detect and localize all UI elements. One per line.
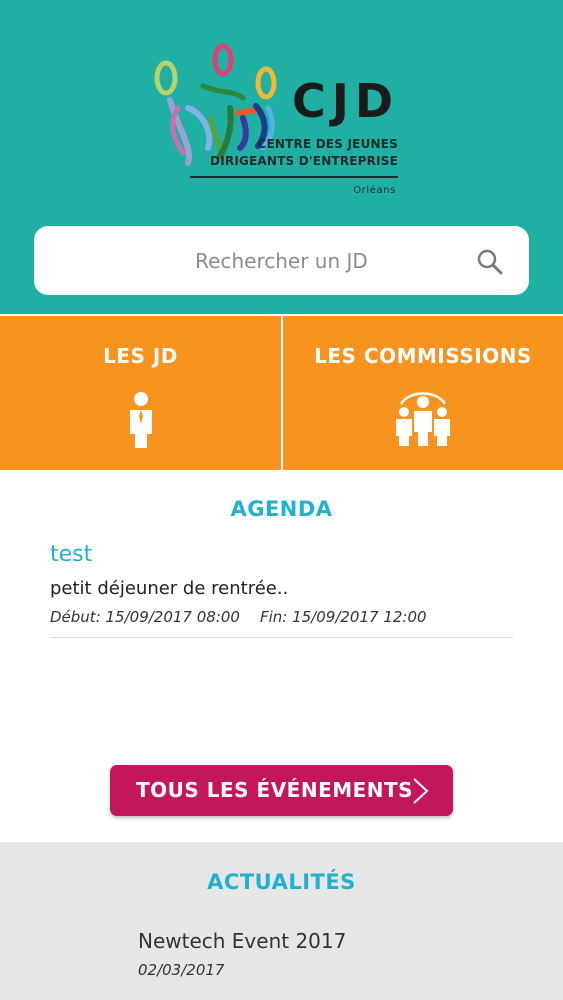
logo-subtitle: CENTRE DES JEUNES DIRIGEANTS D'ENTREPRIS… [210, 137, 398, 168]
event-dates: Début: 15/09/2017 08:00 Fin: 15/09/2017 1… [50, 608, 427, 626]
group-icon [396, 392, 450, 446]
news-section: ACTUALITÉS Newtech Event 2017 02/03/2017 [0, 842, 563, 1000]
event-title[interactable]: test [50, 542, 92, 567]
event-end: Fin: 15/09/2017 12:00 [259, 608, 427, 626]
search-icon[interactable] [474, 246, 506, 278]
chevron-right-icon [413, 778, 429, 804]
all-events-button[interactable]: TOUS LES ÉVÉNEMENTS [110, 765, 453, 816]
event-separator [50, 637, 513, 638]
tile-les-commissions[interactable]: LES COMMISSIONS [283, 316, 563, 470]
tile-les-jd[interactable]: LES JD [0, 316, 281, 470]
news-title: ACTUALITÉS [207, 870, 356, 894]
header: CJD CENTRE DES JEUNES DIRIGEANTS D'ENTRE… [0, 0, 563, 314]
agenda-title: AGENDA [230, 497, 333, 521]
search-bar[interactable] [34, 226, 529, 295]
tiles: LES JD LES COMMISSIONS [0, 314, 563, 470]
all-events-label: TOUS LES ÉVÉNEMENTS [136, 778, 414, 802]
logo-city: Orléans [353, 185, 396, 196]
search-input[interactable] [34, 226, 529, 295]
logo-text: CJD [292, 74, 400, 128]
tile-label: LES COMMISSIONS [314, 344, 532, 368]
event-description: petit déjeuner de rentrée.. [50, 578, 289, 599]
tile-label: LES JD [103, 344, 178, 368]
news-item-title[interactable]: Newtech Event 2017 [138, 929, 346, 953]
news-item-date: 02/03/2017 [138, 961, 225, 979]
person-icon [129, 392, 152, 448]
event-start: Début: 15/09/2017 08:00 [50, 608, 240, 626]
logo-divider [190, 176, 398, 178]
